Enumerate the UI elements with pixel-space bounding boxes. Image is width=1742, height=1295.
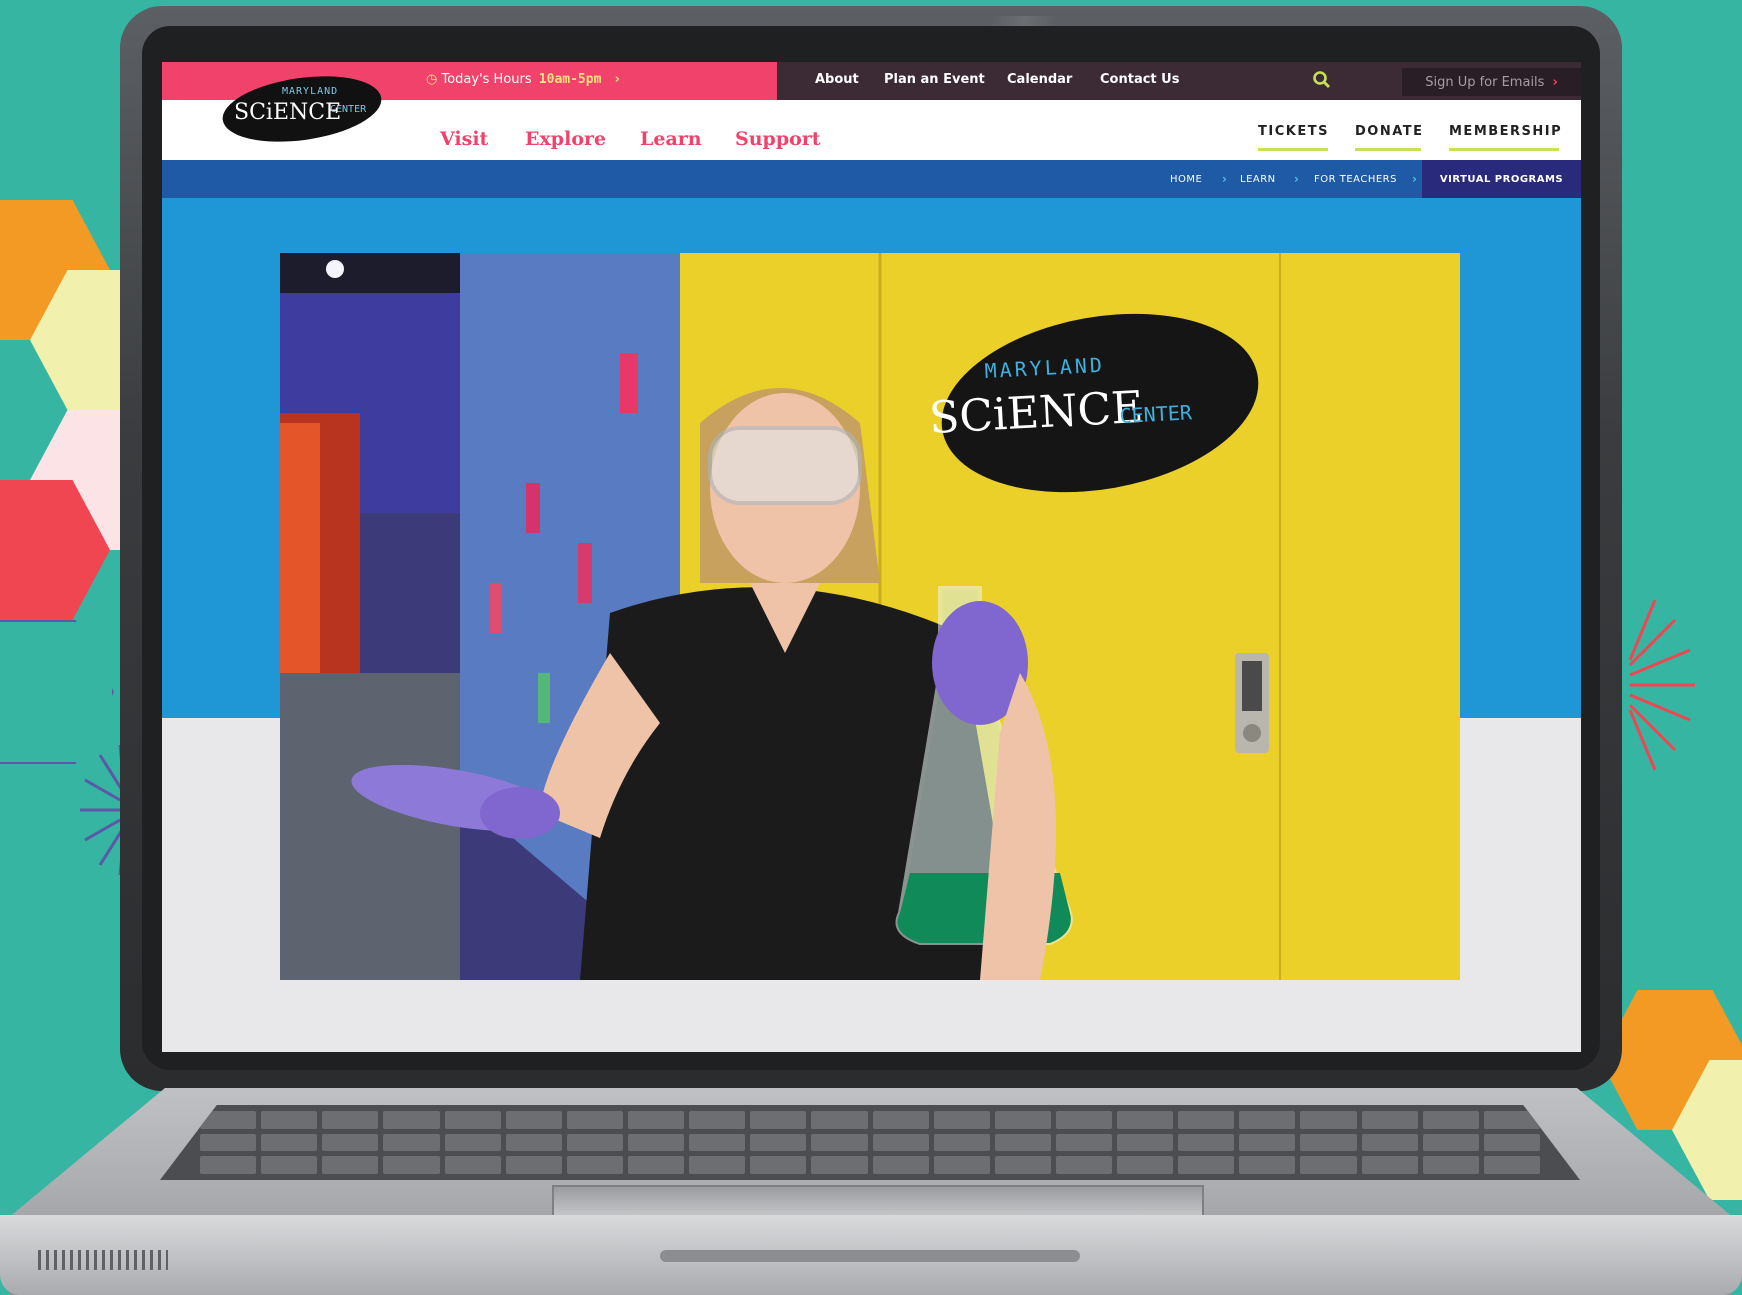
nav-visit[interactable]: Visit <box>440 128 488 150</box>
nav-link-about[interactable]: About <box>815 72 859 87</box>
hero-photo: MARYLAND SCiENCE CENTER <box>280 253 1460 980</box>
breadcrumb-home[interactable]: HOME <box>1170 174 1202 185</box>
chevron-right-icon: › <box>1294 172 1299 186</box>
nav-link-contact-us[interactable]: Contact Us <box>1100 72 1179 87</box>
chevron-right-icon: › <box>614 72 620 87</box>
nav-support[interactable]: Support <box>735 128 821 150</box>
laptop-vents <box>38 1250 168 1270</box>
laptop-keyboard <box>160 1105 1580 1180</box>
donate-link[interactable]: DONATE <box>1355 124 1424 139</box>
nav-link-plan-an-event[interactable]: Plan an Event <box>884 72 985 87</box>
breadcrumb-current: VIRTUAL PROGRAMS <box>1422 160 1581 198</box>
nav-learn[interactable]: Learn <box>640 128 702 150</box>
sign-text-center: CENTER <box>1119 400 1193 428</box>
chevron-right-icon: › <box>1412 172 1417 186</box>
donate-underline <box>1355 148 1421 151</box>
laptop-front-notch <box>660 1250 1080 1262</box>
chevron-right-icon: › <box>1552 74 1558 90</box>
membership-underline <box>1449 148 1559 151</box>
email-signup-label: Sign Up for Emails <box>1425 74 1545 90</box>
breadcrumb-learn[interactable]: LEARN <box>1240 174 1276 185</box>
scientist-photo-illustration: MARYLAND SCiENCE CENTER <box>280 253 1460 980</box>
logo-text-maryland: MARYLAND <box>282 86 338 97</box>
keyboard-keys <box>200 1111 1540 1174</box>
breadcrumb-for-teachers[interactable]: FOR TEACHERS <box>1314 174 1397 185</box>
website-screen: ◷ Today's Hours 10am-5pm › About Plan an… <box>162 62 1581 1052</box>
membership-link[interactable]: MEMBERSHIP <box>1449 124 1562 139</box>
logo-text-center: CENTER <box>330 104 367 115</box>
tickets-underline <box>1258 148 1328 151</box>
clock-icon: ◷ <box>426 72 438 87</box>
email-signup-button[interactable]: Sign Up for Emails › <box>1402 68 1581 96</box>
decorative-burst <box>1628 599 1695 771</box>
breadcrumb: HOME › LEARN › FOR TEACHERS › VIRTUAL PR… <box>162 160 1581 198</box>
todays-hours[interactable]: ◷ Today's Hours 10am-5pm › <box>426 72 620 87</box>
search-icon[interactable] <box>1310 68 1334 92</box>
logo-text-science: SCiENCE <box>234 100 341 125</box>
tickets-link[interactable]: TICKETS <box>1258 124 1329 139</box>
hours-label: Today's Hours <box>441 72 532 87</box>
nav-explore[interactable]: Explore <box>525 128 606 150</box>
hours-value: 10am-5pm <box>538 72 602 87</box>
maryland-science-center-logo[interactable]: MARYLAND SCiENCE CENTER <box>222 72 382 142</box>
nav-link-calendar[interactable]: Calendar <box>1007 72 1072 87</box>
chevron-right-icon: › <box>1222 172 1227 186</box>
